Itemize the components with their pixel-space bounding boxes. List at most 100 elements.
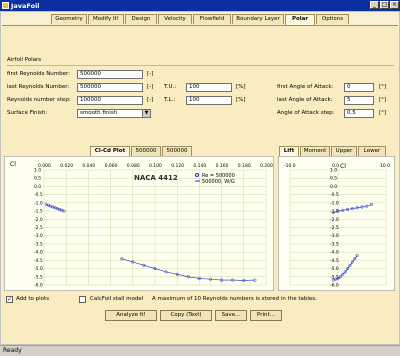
maximize-button[interactable]: □ [380, 1, 389, 9]
cl-cd-chart: 0.000 0.020 0.040 0.060 0.080 0.100 0.120 0.140… [4, 156, 274, 291]
re-step-label: Reynolds number step: [7, 97, 71, 103]
tab-geometry[interactable]: Geometry [51, 14, 87, 24]
surface-select[interactable]: smooth finish ▼ [77, 109, 151, 118]
y-axis-label: Cl [10, 161, 16, 168]
first-re-label: first Reynolds Number: [7, 71, 71, 77]
x-tick-label: 0.160 [216, 163, 229, 169]
subtab-cl-cd-plot[interactable]: Cl-Cd Plot [90, 146, 130, 156]
re-step-unit: [-] [147, 97, 154, 103]
x-tick-label: 0.180 [238, 163, 251, 169]
app-icon [2, 2, 9, 9]
last-aoa-input[interactable]: 5 [344, 96, 374, 105]
tab-design[interactable]: Design [125, 14, 157, 24]
print-button[interactable]: Print... [250, 310, 282, 321]
y-tick-label: -5.0 [34, 266, 43, 272]
x-tick-label: 0.080 [127, 163, 140, 169]
tab-modify[interactable]: Modify It! [88, 14, 124, 24]
close-button[interactable]: × [390, 1, 399, 9]
minimize-button[interactable]: _ [370, 1, 379, 9]
re-step-input[interactable]: 100000 [77, 96, 143, 105]
x-tick-label: 10.0 [380, 163, 390, 169]
y-tick-label: -2.0 [34, 217, 43, 223]
section-title: Airfoil Polars [7, 57, 42, 63]
y-tick-label: -0.5 [34, 192, 43, 198]
check-icon: ✓ [7, 296, 13, 303]
main-frame: Geometry Modify It! Design Velocity Flow… [0, 11, 400, 345]
analyze-button[interactable]: Analyze It! [105, 310, 157, 321]
save-button[interactable]: Save... [215, 310, 247, 321]
y-tick-label: -3.5 [34, 241, 43, 247]
aoa-step-label: Angle of Attack step: [277, 110, 335, 116]
copy-text-button[interactable]: Copy (Text) [160, 310, 212, 321]
subtab-upper[interactable]: Upper [331, 146, 357, 156]
tab-velocity[interactable]: Velocity [158, 14, 192, 24]
subtab-lower[interactable]: Lower [358, 146, 386, 156]
y-tick-label: -2.0 [330, 217, 339, 223]
chevron-down-icon[interactable]: ▼ [142, 110, 150, 117]
first-aoa-label: first Angle of Attack: [277, 84, 334, 90]
calcfoil-label: CalcFoil stall model [90, 296, 144, 302]
x-tick-label: 0.140 [193, 163, 206, 169]
y-tick-label: -5.0 [330, 266, 339, 272]
aoa-step-input[interactable]: 0.5 [344, 109, 374, 118]
y-tick-label: -5.5 [34, 274, 43, 280]
y-tick-label: -1.5 [34, 209, 43, 215]
tu-input[interactable]: 100 [186, 83, 232, 92]
y-tick-label: -1.0 [34, 200, 43, 206]
last-re-input[interactable]: 500000 [77, 83, 143, 92]
first-aoa-unit: [°] [379, 84, 387, 90]
x-tick-label: 0.020 [60, 163, 73, 169]
y-tick-label: -1.0 [330, 200, 339, 206]
x-tick-label: 0.040 [82, 163, 95, 169]
y-tick-label: 0.0 [330, 184, 337, 190]
tab-boundary-layer[interactable]: Boundary Layer [232, 14, 284, 24]
tl-unit: [%] [236, 97, 246, 103]
x-tick-label: 0.120 [171, 163, 184, 169]
y-tick-label: -3.5 [330, 241, 339, 247]
aoa-step-unit: [°] [379, 110, 387, 116]
x-tick-label: 0.060 [105, 163, 118, 169]
first-re-input[interactable]: 500000 [77, 70, 143, 79]
y-tick-label: 0.5 [330, 176, 337, 182]
tl-input[interactable]: 100 [186, 96, 232, 105]
last-re-unit: [-] [147, 84, 154, 90]
y-tick-label: -2.5 [330, 225, 339, 231]
surface-label: Surface Finish: [7, 110, 48, 116]
surface-value: smooth finish [80, 110, 118, 116]
tl-label: T.L.: [164, 97, 176, 103]
y-tick-label: 1.0 [330, 168, 337, 174]
x-tick-label: 0.200 [260, 163, 273, 169]
section-divider [6, 65, 394, 66]
x-tick-label: -10.0 [284, 163, 296, 169]
y-tick-label: -4.5 [330, 258, 339, 264]
add-to-plots-label: Add to plots [16, 296, 50, 302]
subtab-re-500000-b[interactable]: 500000 [162, 146, 192, 156]
y-tick-label: -3.0 [34, 233, 43, 239]
first-aoa-input[interactable]: 0 [344, 83, 374, 92]
tab-polar[interactable]: Polar [285, 14, 315, 25]
y-tick-label: -3.0 [330, 233, 339, 239]
first-re-unit: [-] [147, 71, 154, 77]
y-tick-label: -4.5 [34, 258, 43, 264]
y-tick-label: 0.5 [34, 176, 41, 182]
tu-label: T.U.: [164, 84, 177, 90]
polar-panel: Airfoil Polars first Reynolds Number: 50… [2, 25, 398, 344]
add-to-plots-checkbox[interactable]: ✓ [6, 296, 13, 303]
legend-label-b: 500000, W/G [202, 179, 235, 185]
last-aoa-label: last Angle of Attack: [277, 97, 333, 103]
y-tick-label: -6.0 [330, 283, 339, 289]
y-tick-label: -4.0 [34, 250, 43, 256]
calcfoil-checkbox[interactable] [79, 296, 86, 303]
chart-title: NACA 4412 [134, 174, 178, 182]
y-tick-label: -0.5 [330, 192, 339, 198]
tu-unit: [%] [236, 84, 246, 90]
info-text: A maximum of 10 Reynolds numbers is stor… [152, 296, 317, 302]
subtab-moment[interactable]: Moment [300, 146, 330, 156]
subtab-re-500000-a[interactable]: 500000 [131, 146, 161, 156]
lift-y-axis-label: Cl [340, 163, 346, 170]
subtab-lift[interactable]: Lift [279, 146, 299, 156]
tab-options[interactable]: Options [316, 14, 349, 24]
y-tick-label: -2.5 [34, 225, 43, 231]
tab-flowfield[interactable]: Flowfield [193, 14, 231, 24]
last-aoa-unit: [°] [379, 97, 387, 103]
